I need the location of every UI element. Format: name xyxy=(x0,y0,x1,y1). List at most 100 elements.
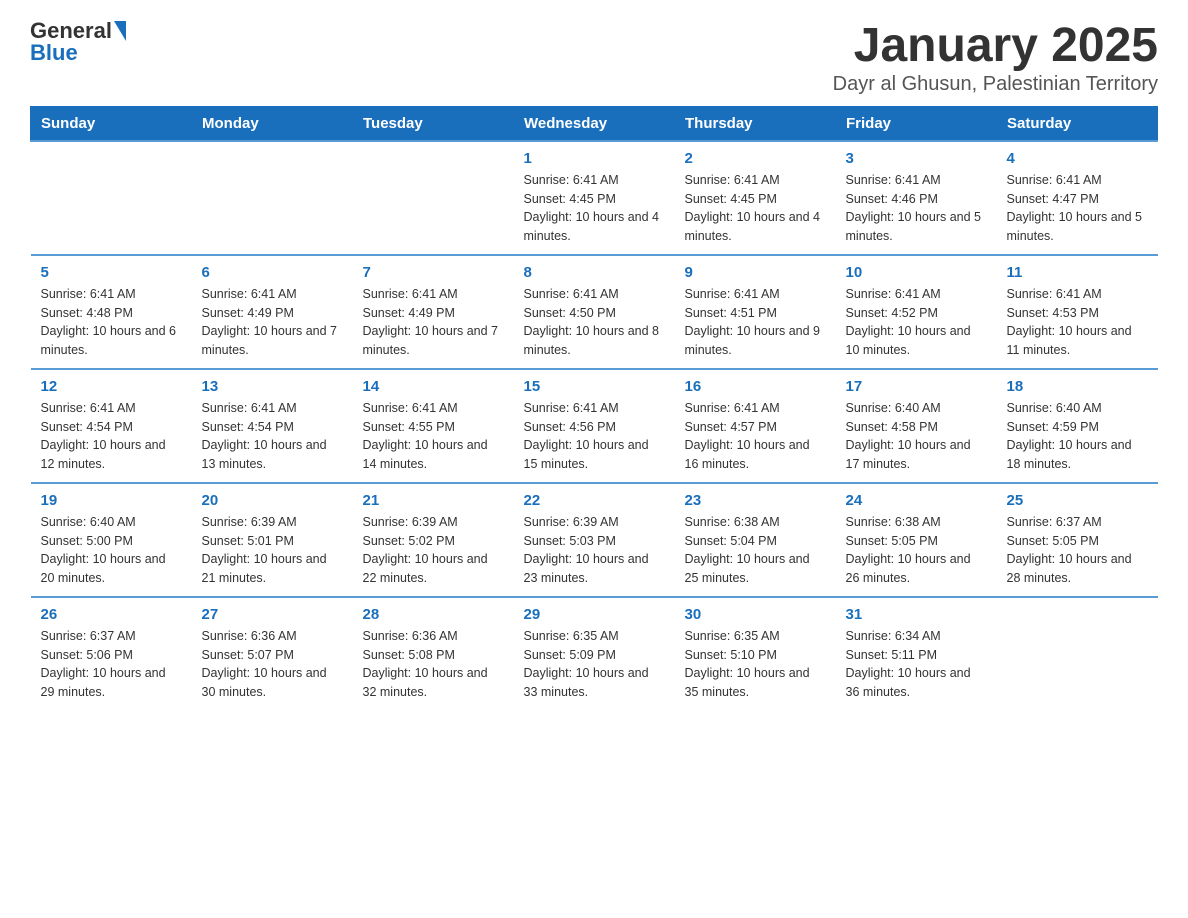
day-number: 5 xyxy=(41,264,182,281)
header-friday: Friday xyxy=(836,106,997,141)
header-tuesday: Tuesday xyxy=(353,106,514,141)
day-number: 24 xyxy=(846,492,987,509)
day-number: 20 xyxy=(202,492,343,509)
table-row: 2 Sunrise: 6:41 AM Sunset: 4:45 PM Daylig… xyxy=(675,141,836,255)
weekday-header-row: Sunday Monday Tuesday Wednesday Thursday… xyxy=(31,106,1158,141)
table-row: 26 Sunrise: 6:37 AM Sunset: 5:06 PM Dayli… xyxy=(31,597,192,710)
table-row: 30 Sunrise: 6:35 AM Sunset: 5:10 PM Dayli… xyxy=(675,597,836,710)
day-number: 7 xyxy=(363,264,504,281)
header-wednesday: Wednesday xyxy=(514,106,675,141)
calendar-week-row: 19 Sunrise: 6:40 AM Sunset: 5:00 PM Dayli… xyxy=(31,483,1158,597)
table-row: 14 Sunrise: 6:41 AM Sunset: 4:55 PM Dayli… xyxy=(353,369,514,483)
table-row xyxy=(997,597,1158,710)
day-info: Sunrise: 6:41 AM Sunset: 4:47 PM Dayligh… xyxy=(1007,171,1148,246)
day-number: 14 xyxy=(363,378,504,395)
day-number: 18 xyxy=(1007,378,1148,395)
table-row: 16 Sunrise: 6:41 AM Sunset: 4:57 PM Dayli… xyxy=(675,369,836,483)
day-info: Sunrise: 6:41 AM Sunset: 4:55 PM Dayligh… xyxy=(363,399,504,474)
day-number: 9 xyxy=(685,264,826,281)
calendar-table: Sunday Monday Tuesday Wednesday Thursday… xyxy=(30,106,1158,710)
header-monday: Monday xyxy=(192,106,353,141)
day-info: Sunrise: 6:40 AM Sunset: 4:58 PM Dayligh… xyxy=(846,399,987,474)
day-number: 21 xyxy=(363,492,504,509)
day-info: Sunrise: 6:41 AM Sunset: 4:54 PM Dayligh… xyxy=(41,399,182,474)
logo-blue: Blue xyxy=(30,40,78,65)
calendar-week-row: 12 Sunrise: 6:41 AM Sunset: 4:54 PM Dayli… xyxy=(31,369,1158,483)
day-info: Sunrise: 6:37 AM Sunset: 5:05 PM Dayligh… xyxy=(1007,513,1148,588)
day-info: Sunrise: 6:40 AM Sunset: 5:00 PM Dayligh… xyxy=(41,513,182,588)
table-row: 11 Sunrise: 6:41 AM Sunset: 4:53 PM Dayli… xyxy=(997,255,1158,369)
logo: General Blue xyxy=(30,20,126,64)
day-info: Sunrise: 6:41 AM Sunset: 4:45 PM Dayligh… xyxy=(524,171,665,246)
day-info: Sunrise: 6:39 AM Sunset: 5:03 PM Dayligh… xyxy=(524,513,665,588)
day-number: 22 xyxy=(524,492,665,509)
day-info: Sunrise: 6:38 AM Sunset: 5:05 PM Dayligh… xyxy=(846,513,987,588)
table-row: 8 Sunrise: 6:41 AM Sunset: 4:50 PM Daylig… xyxy=(514,255,675,369)
table-row xyxy=(31,141,192,255)
table-row: 20 Sunrise: 6:39 AM Sunset: 5:01 PM Dayli… xyxy=(192,483,353,597)
day-info: Sunrise: 6:36 AM Sunset: 5:08 PM Dayligh… xyxy=(363,627,504,702)
day-info: Sunrise: 6:41 AM Sunset: 4:49 PM Dayligh… xyxy=(202,285,343,360)
day-info: Sunrise: 6:41 AM Sunset: 4:53 PM Dayligh… xyxy=(1007,285,1148,360)
day-number: 28 xyxy=(363,606,504,623)
header-saturday: Saturday xyxy=(997,106,1158,141)
table-row: 19 Sunrise: 6:40 AM Sunset: 5:00 PM Dayli… xyxy=(31,483,192,597)
day-number: 15 xyxy=(524,378,665,395)
day-info: Sunrise: 6:41 AM Sunset: 4:57 PM Dayligh… xyxy=(685,399,826,474)
day-number: 4 xyxy=(1007,150,1148,167)
day-number: 13 xyxy=(202,378,343,395)
calendar-week-row: 1Sunrise: 6:41 AM Sunset: 4:45 PM Daylig… xyxy=(31,141,1158,255)
day-number: 2 xyxy=(685,150,826,167)
day-number: 10 xyxy=(846,264,987,281)
calendar-subtitle: Dayr al Ghusun, Palestinian Territory xyxy=(833,73,1158,96)
table-row: 22 Sunrise: 6:39 AM Sunset: 5:03 PM Dayli… xyxy=(514,483,675,597)
day-number: 19 xyxy=(41,492,182,509)
day-info: Sunrise: 6:41 AM Sunset: 4:54 PM Dayligh… xyxy=(202,399,343,474)
table-row: 13 Sunrise: 6:41 AM Sunset: 4:54 PM Dayli… xyxy=(192,369,353,483)
day-number: 17 xyxy=(846,378,987,395)
table-row xyxy=(353,141,514,255)
day-number: 30 xyxy=(685,606,826,623)
table-row: 4 Sunrise: 6:41 AM Sunset: 4:47 PM Daylig… xyxy=(997,141,1158,255)
table-row: 18 Sunrise: 6:40 AM Sunset: 4:59 PM Dayli… xyxy=(997,369,1158,483)
day-info: Sunrise: 6:40 AM Sunset: 4:59 PM Dayligh… xyxy=(1007,399,1148,474)
table-row: 31 Sunrise: 6:34 AM Sunset: 5:11 PM Dayli… xyxy=(836,597,997,710)
day-info: Sunrise: 6:41 AM Sunset: 4:48 PM Dayligh… xyxy=(41,285,182,360)
day-number: 11 xyxy=(1007,264,1148,281)
day-number: 31 xyxy=(846,606,987,623)
table-row: 24 Sunrise: 6:38 AM Sunset: 5:05 PM Dayli… xyxy=(836,483,997,597)
table-row: 5 Sunrise: 6:41 AM Sunset: 4:48 PM Daylig… xyxy=(31,255,192,369)
table-row: 3 Sunrise: 6:41 AM Sunset: 4:46 PM Daylig… xyxy=(836,141,997,255)
table-row: 28 Sunrise: 6:36 AM Sunset: 5:08 PM Dayli… xyxy=(353,597,514,710)
day-number: 16 xyxy=(685,378,826,395)
calendar-week-row: 5 Sunrise: 6:41 AM Sunset: 4:48 PM Daylig… xyxy=(31,255,1158,369)
day-info: Sunrise: 6:41 AM Sunset: 4:50 PM Dayligh… xyxy=(524,285,665,360)
day-number: 3 xyxy=(846,150,987,167)
table-row: 15 Sunrise: 6:41 AM Sunset: 4:56 PM Dayli… xyxy=(514,369,675,483)
day-info: Sunrise: 6:41 AM Sunset: 4:56 PM Dayligh… xyxy=(524,399,665,474)
day-number: 26 xyxy=(41,606,182,623)
calendar-title: January 2025 xyxy=(833,20,1158,73)
day-info: Sunrise: 6:36 AM Sunset: 5:07 PM Dayligh… xyxy=(202,627,343,702)
day-info: Sunrise: 6:38 AM Sunset: 5:04 PM Dayligh… xyxy=(685,513,826,588)
header-sunday: Sunday xyxy=(31,106,192,141)
table-row: 29Sunrise: 6:35 AM Sunset: 5:09 PM Dayli… xyxy=(514,597,675,710)
day-number: 12 xyxy=(41,378,182,395)
day-info: Sunrise: 6:35 AM Sunset: 5:09 PM Dayligh… xyxy=(524,627,665,702)
table-row: 17 Sunrise: 6:40 AM Sunset: 4:58 PM Dayli… xyxy=(836,369,997,483)
day-info: Sunrise: 6:41 AM Sunset: 4:46 PM Dayligh… xyxy=(846,171,987,246)
day-info: Sunrise: 6:37 AM Sunset: 5:06 PM Dayligh… xyxy=(41,627,182,702)
day-number: 23 xyxy=(685,492,826,509)
logo-triangle-icon xyxy=(114,21,126,41)
table-row: 1Sunrise: 6:41 AM Sunset: 4:45 PM Daylig… xyxy=(514,141,675,255)
logo-general: General xyxy=(30,20,112,42)
day-info: Sunrise: 6:41 AM Sunset: 4:45 PM Dayligh… xyxy=(685,171,826,246)
day-number: 25 xyxy=(1007,492,1148,509)
day-info: Sunrise: 6:34 AM Sunset: 5:11 PM Dayligh… xyxy=(846,627,987,702)
table-row: 23 Sunrise: 6:38 AM Sunset: 5:04 PM Dayli… xyxy=(675,483,836,597)
day-info: Sunrise: 6:35 AM Sunset: 5:10 PM Dayligh… xyxy=(685,627,826,702)
table-row xyxy=(192,141,353,255)
day-info: Sunrise: 6:39 AM Sunset: 5:01 PM Dayligh… xyxy=(202,513,343,588)
table-row: 6Sunrise: 6:41 AM Sunset: 4:49 PM Daylig… xyxy=(192,255,353,369)
day-number: 8 xyxy=(524,264,665,281)
